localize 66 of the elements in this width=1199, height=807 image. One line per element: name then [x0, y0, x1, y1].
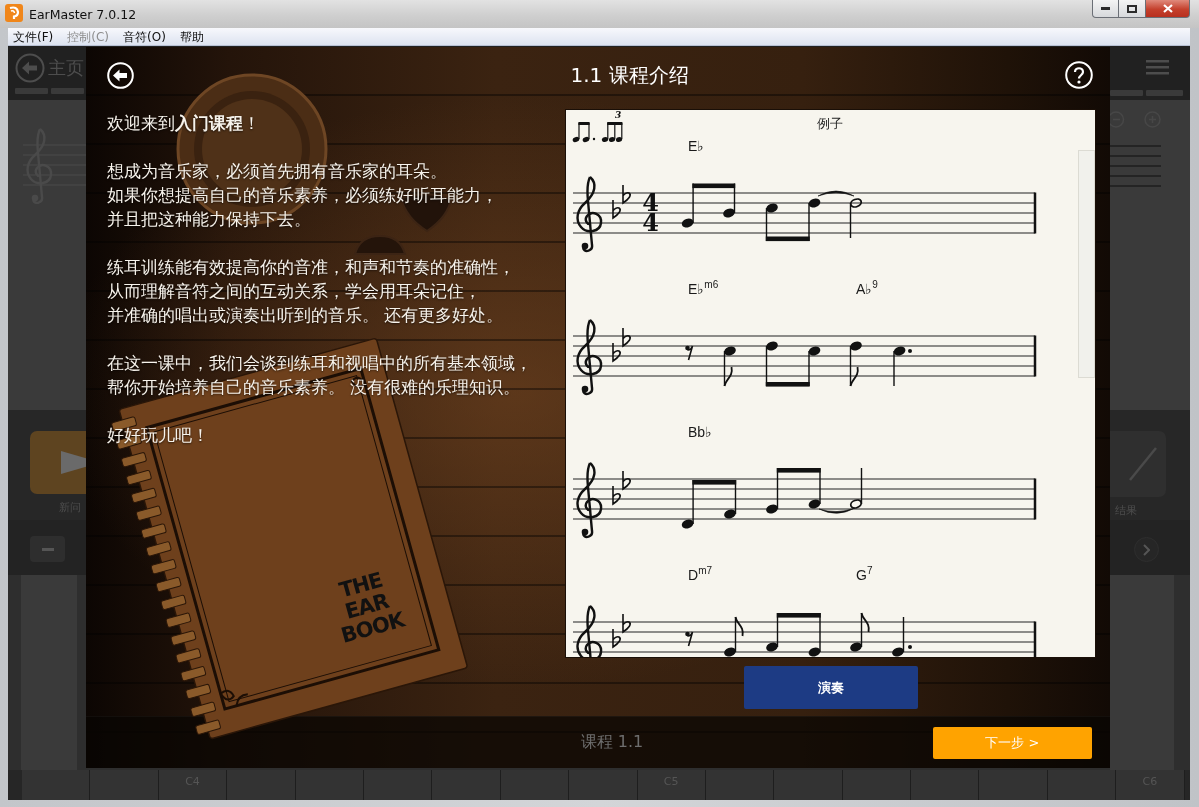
intro-text-line: 想成为音乐家，必须首先拥有音乐家的耳朵。	[107, 160, 447, 183]
chord-symbol: E♭$^{m6}$	[688, 281, 719, 297]
sheet-title: 例子	[817, 116, 843, 133]
next-page-button[interactable]	[1134, 537, 1159, 562]
chevron-right-icon	[1143, 543, 1150, 556]
minus-icon	[41, 547, 54, 551]
play-button[interactable]: 演奏	[743, 666, 918, 709]
help-icon[interactable]	[1065, 61, 1093, 89]
slash-icon	[1128, 446, 1158, 482]
intro-text-line: 帮你开始培养自己的音乐素养。 没有很难的乐理知识。	[107, 376, 521, 399]
piano-key[interactable]	[569, 770, 638, 800]
piano-key[interactable]	[1047, 770, 1117, 800]
scrollbar-thumb[interactable]	[1078, 150, 1095, 378]
tool-button[interactable]	[1110, 431, 1166, 497]
intro-text-line: 并且把这种能力保持下去。	[107, 208, 311, 231]
intro-text-line: 从而理解音符之间的互动关系，学会用耳朵记住，	[107, 280, 481, 303]
piano-key[interactable]	[979, 770, 1048, 800]
piano-key[interactable]	[842, 770, 912, 800]
chord-symbol: D$^{m7}$	[688, 567, 713, 583]
intro-text-line: 好好玩儿吧！	[107, 424, 209, 447]
staff-drawing	[1110, 145, 1161, 187]
triplet-number: 3	[615, 111, 622, 120]
close-icon	[1162, 4, 1173, 13]
tab[interactable]	[51, 88, 84, 94]
piano-key[interactable]	[22, 770, 91, 800]
piano-key[interactable]	[774, 770, 843, 800]
piano-key[interactable]	[363, 770, 433, 800]
dialog-title: 1.1 课程介绍	[569, 61, 690, 89]
menu-icon[interactable]	[1146, 60, 1169, 75]
menu-item[interactable]: 文件(F)	[13, 28, 54, 45]
chord-symbol: G$^{7}$	[856, 567, 873, 583]
zoom-out-icon[interactable]	[1110, 111, 1125, 128]
intro-text-line: 欢迎来到入门课程！	[107, 112, 260, 135]
minus-button[interactable]	[30, 536, 65, 562]
maximize-button[interactable]	[1119, 0, 1146, 18]
chord-symbol: A♭$^{9}$	[856, 281, 878, 297]
piano-key[interactable]	[432, 770, 501, 800]
piano-key[interactable]	[911, 770, 980, 800]
intro-text-line: 在这一课中，我们会谈到练耳和视唱中的所有基本领域，	[107, 352, 532, 375]
tab[interactable]	[1146, 90, 1183, 96]
intro-text-line: 并准确的唱出或演奏出听到的音乐。 还有更多好处。	[107, 304, 504, 327]
tab[interactable]	[15, 88, 48, 94]
lesson-label: 课程 1.1	[580, 732, 644, 753]
play-icon	[61, 451, 86, 474]
tab[interactable]	[1110, 90, 1143, 96]
piano-key[interactable]	[227, 770, 296, 800]
play-button[interactable]	[30, 431, 86, 494]
chord-symbol: Bb♭	[688, 424, 713, 440]
intro-text-line: 如果你想提高自己的音乐素养，必须练好听耳能力，	[107, 184, 498, 207]
app-icon	[5, 4, 23, 22]
back-icon[interactable]	[107, 61, 134, 89]
chord-symbol: E♭	[688, 138, 705, 154]
menu-item[interactable]: 音符(O)	[123, 28, 166, 45]
intro-text-line: 练耳训练能有效提高你的音准，和声和节奏的准确性，	[107, 256, 515, 279]
piano-key[interactable]	[500, 770, 570, 800]
piano-key[interactable]	[90, 770, 159, 800]
menu-item[interactable]: 帮助	[179, 28, 204, 45]
piano-key[interactable]	[705, 770, 775, 800]
minimize-button[interactable]	[1092, 0, 1119, 18]
next-button[interactable]: 下一步 >	[933, 726, 1092, 759]
minimize-icon	[1101, 7, 1110, 10]
maximize-icon	[1127, 4, 1137, 13]
notebook-title: THE EAR BOOK	[336, 567, 407, 648]
close-button[interactable]	[1146, 0, 1190, 18]
piano-key[interactable]	[295, 770, 364, 800]
window-title: EarMaster 7.0.12	[29, 7, 137, 22]
